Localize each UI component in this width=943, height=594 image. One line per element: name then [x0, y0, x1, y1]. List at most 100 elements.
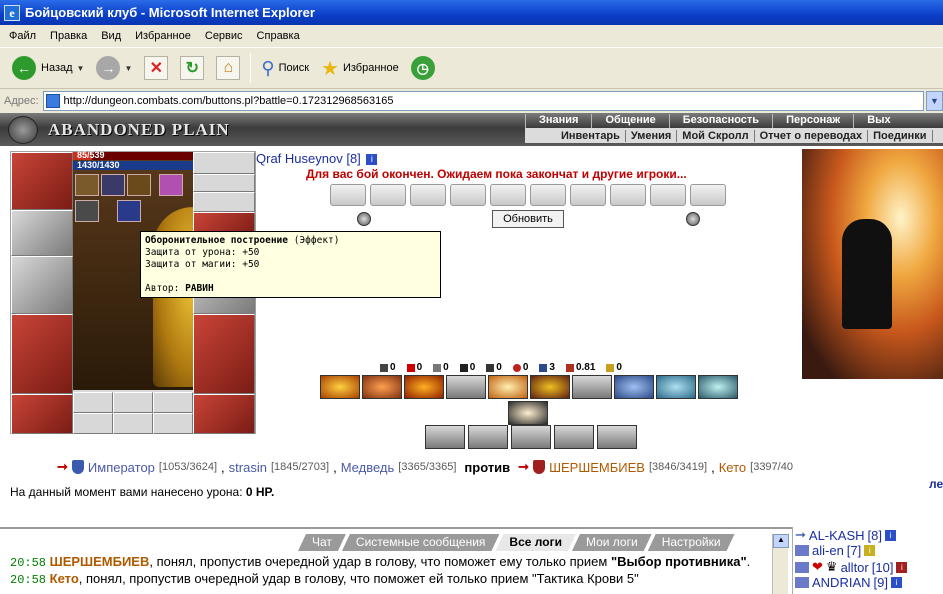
- menu-file[interactable]: Файл: [4, 30, 45, 42]
- chat-nick[interactable]: Кето: [50, 571, 79, 586]
- effect-icon[interactable]: [75, 200, 99, 222]
- stop-button[interactable]: ✕: [138, 51, 174, 85]
- empty-slot[interactable]: [73, 413, 113, 434]
- scroll-slot[interactable]: [650, 184, 686, 206]
- address-input[interactable]: http://dungeon.combats.com/buttons.pl?ba…: [42, 91, 924, 111]
- tab-my-logs[interactable]: Мои логи: [572, 534, 652, 551]
- favorites-button[interactable]: ★ Избранное: [315, 51, 405, 85]
- spell-fire-icon[interactable]: [320, 375, 360, 399]
- boots-slot[interactable]: [193, 394, 255, 434]
- scroll-slot[interactable]: [690, 184, 726, 206]
- spell-dragon-icon[interactable]: [362, 375, 402, 399]
- info-icon[interactable]: i: [890, 577, 902, 588]
- forward-button[interactable]: → ▼: [90, 51, 138, 85]
- nav-transfer-report[interactable]: Отчет о переводах: [755, 129, 869, 142]
- spell-ice-icon[interactable]: [614, 375, 654, 399]
- weapon-slot[interactable]: [11, 256, 73, 314]
- scroll-slot[interactable]: [610, 184, 646, 206]
- partial-link[interactable]: ле: [929, 477, 943, 491]
- nav-communication[interactable]: Общение: [591, 114, 668, 128]
- spell-slot-icon[interactable]: [597, 425, 637, 449]
- scroll-slot[interactable]: [570, 184, 606, 206]
- tab-settings[interactable]: Настройки: [648, 534, 735, 551]
- pants-slot[interactable]: [193, 314, 255, 394]
- address-dropdown[interactable]: ▼: [926, 91, 943, 111]
- refresh-button[interactable]: Обновить: [492, 210, 564, 228]
- chat-scrollbar[interactable]: ▲: [772, 534, 789, 594]
- empty-slot[interactable]: [113, 392, 153, 413]
- spell-slot-icon[interactable]: [511, 425, 551, 449]
- nav-my-scroll[interactable]: Мой Скролл: [677, 129, 755, 142]
- scroll-slot[interactable]: [410, 184, 446, 206]
- menu-help[interactable]: Справка: [252, 30, 309, 42]
- empty-slot[interactable]: [153, 392, 193, 413]
- rings-slot[interactable]: [193, 192, 255, 212]
- effect-icon[interactable]: [75, 174, 99, 196]
- user-entry[interactable]: ❤ ♛ alltor [10] i: [795, 559, 908, 575]
- scroll-slot[interactable]: [450, 184, 486, 206]
- bracers-slot[interactable]: [11, 210, 73, 256]
- nav-knowledge[interactable]: Знания: [525, 114, 591, 128]
- nav-fights[interactable]: Поединки: [868, 129, 933, 142]
- spell-wings-icon[interactable]: [572, 375, 612, 399]
- player-name[interactable]: Qraf Huseynov [8] i: [256, 151, 378, 166]
- effect-icon[interactable]: [127, 174, 151, 196]
- nav-character[interactable]: Персонаж: [772, 114, 853, 128]
- scroll-right-icon[interactable]: [686, 212, 700, 226]
- user-entry[interactable]: ➞ AL-KASH [8] i: [795, 527, 897, 543]
- defensive-formation-icon[interactable]: [117, 200, 141, 222]
- earrings-slot[interactable]: [193, 152, 255, 174]
- back-button[interactable]: ← Назад ▼: [6, 51, 90, 85]
- scroll-slot[interactable]: [490, 184, 526, 206]
- spell-light-icon[interactable]: [488, 375, 528, 399]
- empty-slot[interactable]: [113, 413, 153, 434]
- ally-name[interactable]: Медведь: [341, 460, 395, 475]
- helmet-slot[interactable]: [11, 152, 73, 210]
- amulet-slot[interactable]: [193, 174, 255, 192]
- info-icon[interactable]: i: [864, 545, 876, 556]
- armor-slot[interactable]: [11, 314, 73, 394]
- refresh-page-button[interactable]: ↻: [174, 51, 210, 85]
- effect-icon[interactable]: [101, 174, 125, 196]
- tab-system-messages[interactable]: Системные сообщения: [342, 534, 500, 551]
- menu-edit[interactable]: Правка: [45, 30, 96, 42]
- spell-slot-icon[interactable]: [425, 425, 465, 449]
- info-icon[interactable]: i: [896, 561, 908, 573]
- spell-ghost-icon[interactable]: [446, 375, 486, 399]
- spell-flame-icon[interactable]: [404, 375, 444, 399]
- nav-exit[interactable]: Вых: [853, 114, 903, 128]
- ally-name[interactable]: Император: [88, 460, 155, 475]
- spell-rune-icon[interactable]: [530, 375, 570, 399]
- spell-water-icon[interactable]: [698, 375, 738, 399]
- empty-slot[interactable]: [73, 392, 113, 413]
- spell-frost-icon[interactable]: [656, 375, 696, 399]
- user-entry[interactable]: ANDRIAN [9] i: [795, 575, 902, 590]
- scroll-left-icon[interactable]: [357, 212, 371, 226]
- tab-chat[interactable]: Чат: [298, 534, 346, 551]
- nav-inventory[interactable]: Инвентарь: [525, 129, 626, 142]
- scroll-slot[interactable]: [330, 184, 366, 206]
- scroll-slot[interactable]: [370, 184, 406, 206]
- tab-all-logs[interactable]: Все логи: [495, 534, 576, 551]
- search-button[interactable]: ⚲ Поиск: [255, 51, 315, 85]
- spell-selected-icon[interactable]: [508, 401, 548, 425]
- menu-view[interactable]: Вид: [96, 30, 130, 42]
- enemy-name[interactable]: Кето: [719, 460, 746, 475]
- spell-slot-icon[interactable]: [554, 425, 594, 449]
- chat-nick[interactable]: ШЕРШЕМБИЕВ: [50, 554, 150, 569]
- nav-security[interactable]: Безопасность: [668, 114, 772, 128]
- nav-skills[interactable]: Умения: [626, 129, 678, 142]
- spell-slot-icon[interactable]: [468, 425, 508, 449]
- enemy-name[interactable]: ШЕРШЕМБИЕВ: [549, 460, 645, 475]
- ally-name[interactable]: strasin: [229, 460, 267, 475]
- history-button[interactable]: ◷: [405, 51, 441, 85]
- scroll-slot[interactable]: [530, 184, 566, 206]
- menu-tools[interactable]: Сервис: [200, 30, 252, 42]
- home-button[interactable]: ⌂: [210, 51, 246, 85]
- info-icon[interactable]: i: [366, 154, 378, 166]
- user-entry[interactable]: ali-en [7] i: [795, 543, 876, 558]
- empty-slot[interactable]: [153, 413, 193, 434]
- effect-icon[interactable]: [159, 174, 183, 196]
- scroll-up-icon[interactable]: ▲: [773, 534, 789, 548]
- info-icon[interactable]: i: [885, 529, 897, 541]
